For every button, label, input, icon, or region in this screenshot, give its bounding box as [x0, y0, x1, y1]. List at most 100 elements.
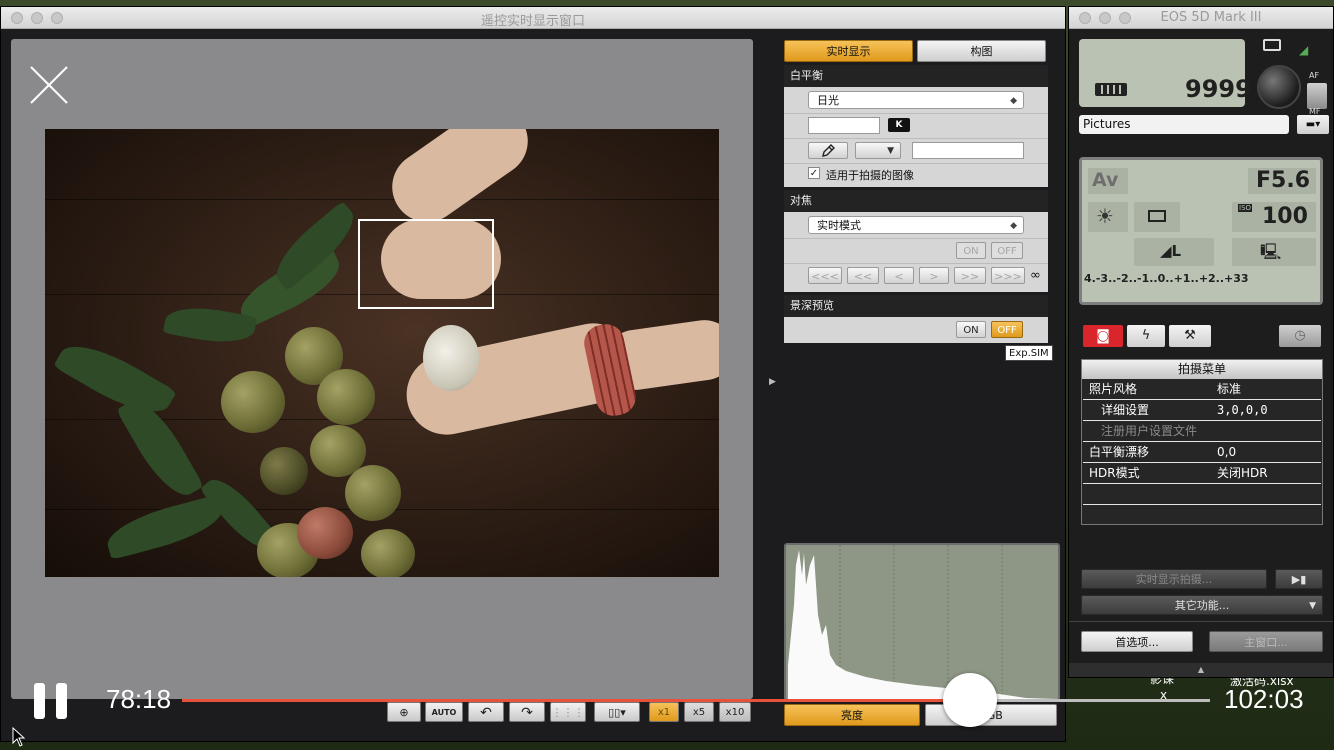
focus-mode-select[interactable]: 实时模式 ◆	[808, 216, 1024, 234]
focus-far-1-button[interactable]: >	[919, 267, 949, 284]
image-quality: ◢L	[1160, 242, 1182, 260]
wifi-icon: ◢	[1299, 43, 1309, 57]
other-functions-button[interactable]: 其它功能... ▼	[1081, 595, 1323, 615]
zoom-x5-button[interactable]: x5	[684, 702, 714, 722]
wb-preset-dropdown[interactable]: ▼	[855, 142, 901, 159]
current-time: 78:18	[106, 684, 172, 714]
lychee-shape	[297, 507, 353, 559]
eyedropper-icon	[822, 144, 835, 157]
focus-near-3-button[interactable]: <<<	[808, 267, 842, 284]
camera-window-titlebar[interactable]: EOS 5D Mark III	[1069, 7, 1333, 29]
aperture-cell[interactable]: F5.6	[1248, 168, 1316, 194]
live-view-shoot-button[interactable]: 实时显示拍摄...	[1081, 569, 1267, 589]
exposure-scale[interactable]: 4.-3..-2..-1..0..+1..+2..+33	[1084, 272, 1249, 285]
focus-far-2-button[interactable]: >>	[954, 267, 986, 284]
focus-target-button[interactable]: ⊕	[387, 702, 421, 722]
grid-icon[interactable]: ⋮⋮⋮	[550, 702, 586, 722]
af-off-button[interactable]: OFF	[991, 242, 1023, 259]
apply-wb-label: 适用于拍摄的图像	[826, 169, 914, 182]
eyedropper-button[interactable]	[808, 142, 848, 159]
focus-far-3-button[interactable]: >>>	[991, 267, 1025, 284]
menu-row-picture-style[interactable]: 照片风格 标准	[1083, 379, 1321, 400]
main-window-titlebar[interactable]: 遥控实时显示窗口	[1, 7, 1065, 29]
af-on-button[interactable]: ON	[956, 242, 986, 259]
menu-row-empty	[1083, 505, 1321, 526]
kelvin-input[interactable]	[808, 117, 880, 134]
menu-key: HDR模式	[1089, 466, 1140, 480]
select-arrows-icon: ◆	[1010, 221, 1017, 231]
dof-off-button[interactable]: OFF	[991, 321, 1023, 338]
dof-on-button[interactable]: ON	[956, 321, 986, 338]
wb-cell[interactable]: ☀	[1088, 202, 1128, 232]
menu-row-wb-shift[interactable]: 白平衡漂移 0,0	[1083, 442, 1321, 463]
panel-toggle-arrow-icon[interactable]: ▶	[769, 377, 776, 387]
infinity-icon: ∞	[1030, 268, 1041, 283]
zoom-x10-button[interactable]: x10	[719, 702, 751, 722]
menu-row-empty	[1083, 484, 1321, 505]
menu-row-detail-settings[interactable]: 详细设置 3,0,0,0	[1083, 400, 1321, 421]
camera-settings-lcd: Av F5.6 ☀ ISO 100 ◢L 🖳 4.-3..-2..-1..0..…	[1079, 157, 1323, 305]
focus-near-2-button[interactable]: <<	[847, 267, 879, 284]
leaf-shape	[102, 494, 228, 560]
mode-dial-icon[interactable]	[1257, 65, 1301, 109]
shooting-menu-camera-icon[interactable]: ◙	[1083, 325, 1123, 347]
lychee-shape	[361, 529, 415, 577]
focus-near-1-button[interactable]: <	[884, 267, 914, 284]
camera-window-title: EOS 5D Mark III	[1160, 10, 1262, 25]
live-view-image[interactable]	[45, 129, 719, 577]
row-divider	[784, 163, 1048, 164]
close-overlay-icon[interactable]	[29, 65, 69, 105]
exposure-scale-ticks: -3..-2..-1..0..+1..+2..+3	[1095, 272, 1241, 285]
iso-value: 100	[1262, 204, 1308, 229]
apply-wb-checkbox[interactable]: ✓	[808, 167, 820, 179]
collapse-arrow-icon[interactable]: ▲	[1069, 663, 1333, 677]
movie-icon[interactable]: ▶▮	[1275, 569, 1323, 589]
pause-button[interactable]	[34, 683, 68, 719]
total-time: 102:03	[1224, 684, 1304, 714]
camera-status-lcd: 9999	[1079, 39, 1252, 107]
focus-frame[interactable]	[358, 219, 494, 309]
tools-icon[interactable]: ⚒	[1169, 325, 1211, 347]
menu-key: 照片风格	[1089, 382, 1138, 396]
flash-icon[interactable]: ϟ	[1127, 325, 1165, 347]
zoom-x1-button[interactable]: x1	[649, 702, 679, 722]
save-folder-field[interactable]: Pictures	[1079, 115, 1289, 134]
menu-value: 关闭HDR	[1217, 466, 1268, 480]
iso-cell[interactable]: ISO 100	[1232, 202, 1316, 232]
quality-cell[interactable]: ◢L	[1134, 238, 1214, 266]
row-divider	[784, 113, 1048, 114]
white-balance-heading: 白平衡	[784, 65, 1048, 87]
lychee-shape	[221, 371, 285, 433]
preferences-button[interactable]: 首选项...	[1081, 631, 1193, 652]
lychee-shape	[260, 447, 308, 495]
dropdown-arrow-icon: ▼	[887, 146, 894, 156]
mode-cell[interactable]: Av	[1088, 168, 1128, 194]
save-target-cell[interactable]: 🖳	[1232, 238, 1316, 266]
white-balance-select[interactable]: 日光 ◆	[808, 91, 1024, 109]
seek-thumb[interactable]	[943, 673, 997, 727]
drive-cell[interactable]	[1134, 202, 1180, 232]
rotate-right-icon[interactable]: ↷	[509, 702, 545, 722]
folder-menu-icon[interactable]: ▬▾	[1297, 115, 1329, 134]
computer-download-icon: 🖳	[1260, 242, 1282, 261]
tab-live-view[interactable]: 实时显示	[784, 40, 913, 62]
af-mf-switch[interactable]	[1307, 83, 1327, 109]
menu-value: 3,0,0,0	[1217, 403, 1268, 417]
dof-preview-heading: 景深预览	[784, 295, 1048, 317]
tab-composition[interactable]: 构图	[917, 40, 1046, 62]
menu-row-register-user-file: 注册用户设置文件	[1083, 421, 1321, 442]
exposure-scale-start: 4.	[1084, 272, 1096, 285]
histogram	[784, 543, 1060, 701]
menu-row-hdr-mode[interactable]: HDR模式 关闭HDR	[1083, 463, 1321, 484]
menu-key: 白平衡漂移	[1089, 445, 1150, 459]
wb-value-field[interactable]	[912, 142, 1024, 159]
menu-value: 标准	[1217, 382, 1242, 396]
timer-icon[interactable]: ◷	[1279, 325, 1321, 347]
shooting-mode: Av	[1092, 169, 1119, 191]
auto-rotate-button[interactable]: AUTO	[425, 702, 463, 722]
histogram-luminance-tab[interactable]: 亮度	[784, 704, 920, 726]
aspect-ratio-dropdown[interactable]: ▯▯▾	[594, 702, 640, 722]
rotate-left-icon[interactable]: ↶	[468, 702, 504, 722]
main-window-button[interactable]: 主窗口...	[1209, 631, 1323, 652]
mouse-cursor-icon	[12, 727, 26, 747]
